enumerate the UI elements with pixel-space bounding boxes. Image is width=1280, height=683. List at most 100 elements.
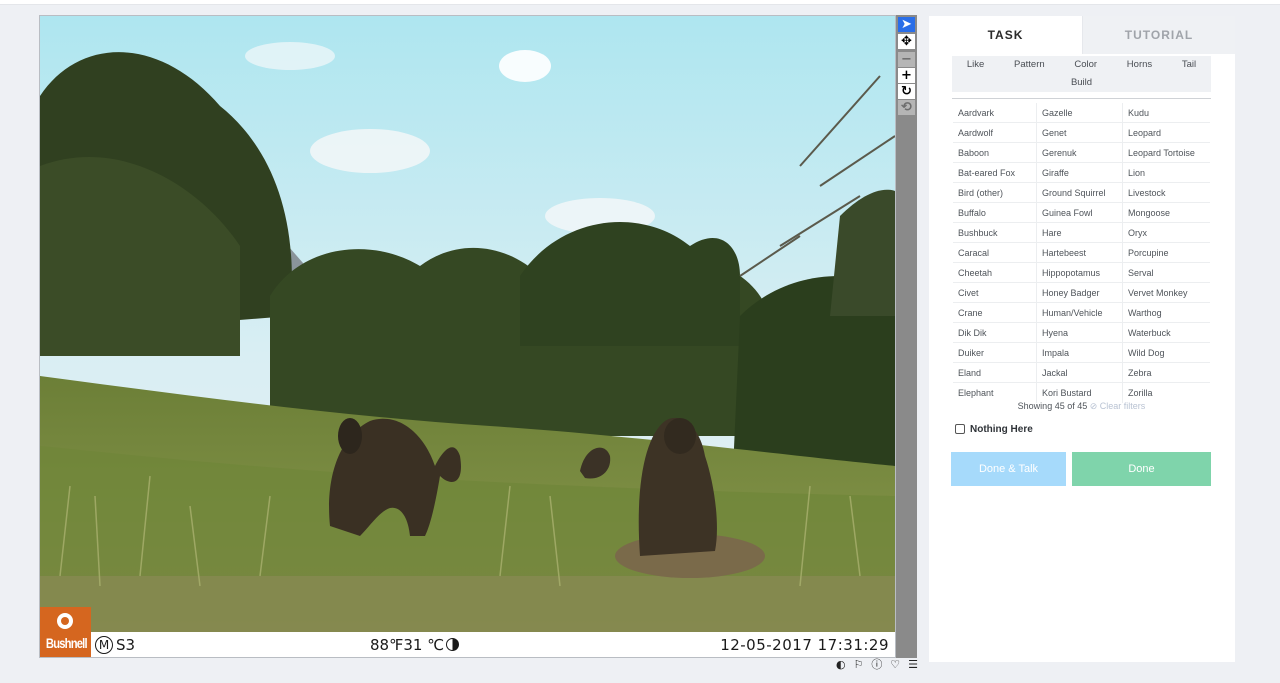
done-and-talk-button[interactable]: Done & Talk [951,452,1066,486]
choice[interactable]: Lion [1123,163,1210,183]
pointer-icon[interactable]: ➤ [898,17,915,32]
choice-row: Elephant Kori Bustard Zorilla [953,383,1210,403]
clear-filters-link[interactable]: ⊘ Clear filters [1090,401,1146,411]
tab-task[interactable]: TASK [929,16,1082,54]
choice-row: Dik Dik Hyena Waterbuck [953,323,1210,343]
task-tabs: TASK TUTORIAL [929,16,1235,54]
task-panel: TASK TUTORIAL Like Pattern Color Horns T… [929,16,1235,662]
choice[interactable]: Warthog [1123,303,1210,323]
choice[interactable]: Caracal [953,243,1037,263]
choice[interactable]: Leopard Tortoise [1123,143,1210,163]
filter-tail[interactable]: Tail [1182,56,1196,74]
choice[interactable]: Impala [1037,343,1123,363]
filter-pattern[interactable]: Pattern [1014,56,1045,74]
contrast-icon[interactable]: ◐ [836,658,846,672]
info-icon[interactable]: ⓘ [871,658,882,672]
choice[interactable]: Gerenuk [1037,143,1123,163]
choice[interactable]: Waterbuck [1123,323,1210,343]
top-bar [0,0,1280,5]
filter-horns[interactable]: Horns [1127,56,1152,74]
choice[interactable]: Mongoose [1123,203,1210,223]
choice-row: Buffalo Guinea Fowl Mongoose [953,203,1210,223]
choice[interactable]: Wild Dog [1123,343,1210,363]
filter-bar: Like Pattern Color Horns Tail Build [952,56,1211,92]
choice[interactable]: Zebra [1123,363,1210,383]
choice[interactable]: Dik Dik [953,323,1037,343]
choice-row: Bat-eared Fox Giraffe Lion [953,163,1210,183]
choice[interactable]: Aardwolf [953,123,1037,143]
choice-row: Duiker Impala Wild Dog [953,343,1210,363]
moon-phase-icon [446,638,460,651]
choice[interactable]: Oryx [1123,223,1210,243]
choice[interactable]: Giraffe [1037,163,1123,183]
tab-tutorial[interactable]: TUTORIAL [1082,16,1235,54]
done-button[interactable]: Done [1072,452,1211,486]
choice[interactable]: Civet [953,283,1037,303]
choice[interactable]: Hippopotamus [1037,263,1123,283]
bushnell-emblem-icon [57,613,73,629]
choice[interactable]: Hare [1037,223,1123,243]
choice-row: Bird (other) Ground Squirrel Livestock [953,183,1210,203]
choice[interactable]: Bat-eared Fox [953,163,1037,183]
choice[interactable]: Eland [953,363,1037,383]
choice-row: Caracal Hartebeest Porcupine [953,243,1210,263]
filter-color[interactable]: Color [1074,56,1097,74]
choice[interactable]: Guinea Fowl [1037,203,1123,223]
choice[interactable]: Serval [1123,263,1210,283]
choice[interactable]: Ground Squirrel [1037,183,1123,203]
camera-mode-badge: M [95,636,113,654]
choice[interactable]: Bushbuck [953,223,1037,243]
bushnell-logo-text: Bushnell [45,635,88,651]
species-choices: Aardvark Gazelle Kudu Aardwolf Genet Leopard… [953,103,1210,403]
heart-icon[interactable]: ♡ [890,658,900,672]
subject-actions: ◐ ⚐ ⓘ ♡ ☰ [836,658,918,672]
choice[interactable]: Elephant [953,383,1037,403]
zoom-in-icon[interactable]: + [898,68,915,83]
choice[interactable]: Buffalo [953,203,1037,223]
reset-icon[interactable]: ⟲ [898,100,915,115]
choice-row: Bushbuck Hare Oryx [953,223,1210,243]
choice-row: Baboon Gerenuk Leopard Tortoise [953,143,1210,163]
choice[interactable]: Bird (other) [953,183,1037,203]
choice[interactable]: Zorilla [1123,383,1210,403]
filter-like[interactable]: Like [967,56,984,74]
choice-row: Eland Jackal Zebra [953,363,1210,383]
subject-image[interactable] [40,16,895,632]
choice[interactable]: Hyena [1037,323,1123,343]
nothing-here-label: Nothing Here [970,423,1033,435]
list-icon[interactable]: ☰ [908,658,918,672]
choice-row: Aardwolf Genet Leopard [953,123,1210,143]
choice[interactable]: Duiker [953,343,1037,363]
zoom-out-icon[interactable]: − [898,52,915,67]
choice-row: Civet Honey Badger Vervet Monkey [953,283,1210,303]
divider [952,98,1211,99]
choice[interactable]: Cheetah [953,263,1037,283]
choice[interactable]: Baboon [953,143,1037,163]
choice[interactable]: Livestock [1123,183,1210,203]
choice[interactable]: Hartebeest [1037,243,1123,263]
choice[interactable]: Vervet Monkey [1123,283,1210,303]
camera-temperature: 88℉31 ℃ [370,636,460,654]
choice[interactable]: Human/Vehicle [1037,303,1123,323]
filter-row: Build [952,74,1211,92]
filter-build[interactable]: Build [1071,74,1092,92]
pan-icon[interactable]: ✥ [898,34,915,49]
choice-row: Cheetah Hippopotamus Serval [953,263,1210,283]
nothing-here-option[interactable]: Nothing Here [955,422,1033,436]
choice[interactable]: Genet [1037,123,1123,143]
choice[interactable]: Porcupine [1123,243,1210,263]
choice[interactable]: Jackal [1037,363,1123,383]
rotate-icon[interactable]: ↻ [898,84,915,99]
choice[interactable]: Gazelle [1037,103,1123,123]
nothing-here-checkbox[interactable] [955,424,965,434]
subject-viewer[interactable]: Bushnell M S3 88℉31 ℃ 12-05-2017 17:31:2… [39,15,896,658]
choice[interactable]: Kori Bustard [1037,383,1123,403]
flag-icon[interactable]: ⚐ [854,658,864,672]
choice[interactable]: Leopard [1123,123,1210,143]
showing-text: Showing 45 of 45 [1017,401,1088,411]
choice[interactable]: Crane [953,303,1037,323]
choice[interactable]: Honey Badger [1037,283,1123,303]
choice[interactable]: Aardvark [953,103,1037,123]
choice[interactable]: Kudu [1123,103,1210,123]
choice-row: Aardvark Gazelle Kudu [953,103,1210,123]
